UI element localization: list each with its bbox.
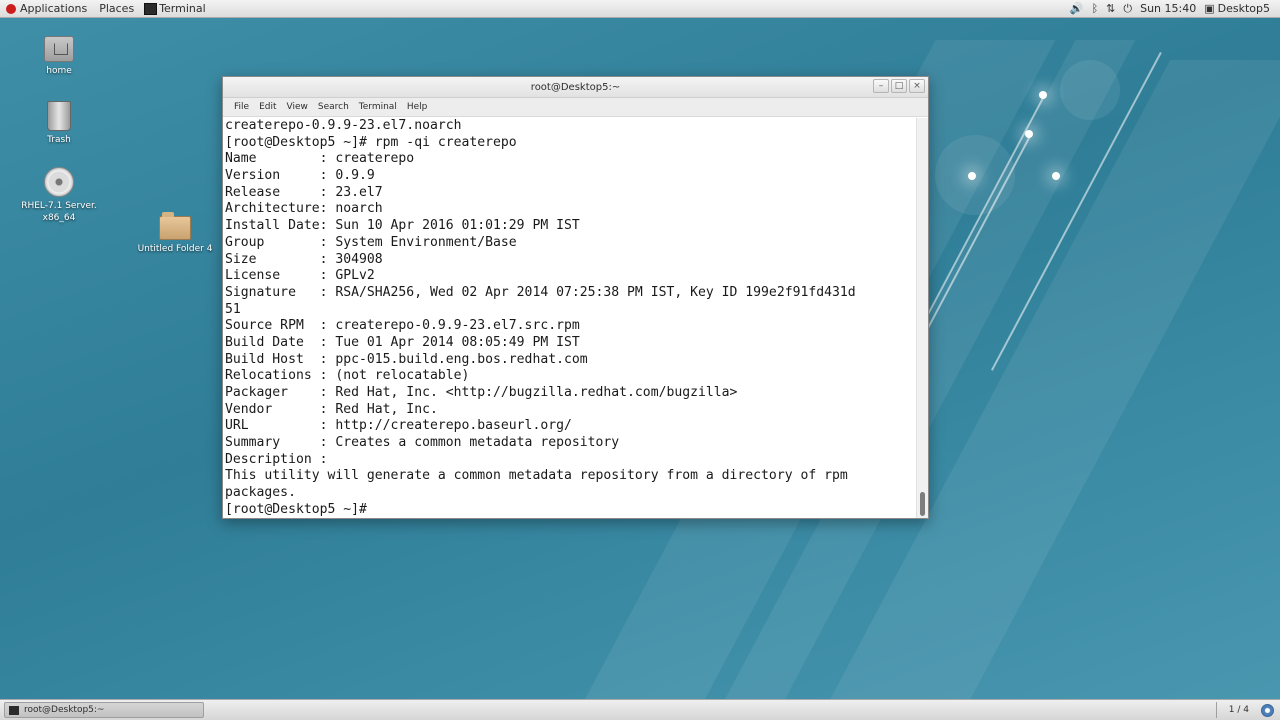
terminal-icon bbox=[144, 2, 158, 15]
desktop-icon-label: Untitled Folder 4 bbox=[137, 244, 213, 254]
terminal-line: Packager : Red Hat, Inc. <http://bugzill… bbox=[225, 385, 738, 400]
terminal-prompt-line[interactable]: [root@Desktop5 ~]# bbox=[225, 502, 917, 518]
terminal-line: [root@Desktop5 ~]# rpm -qi createrepo bbox=[225, 134, 517, 150]
terminal-line: packages. bbox=[225, 485, 296, 501]
network-icon[interactable]: ⇅ bbox=[1106, 2, 1115, 15]
maximize-icon: □ bbox=[894, 80, 904, 91]
bottom-panel: root@Desktop5:~ 1 / 4 bbox=[0, 699, 1280, 720]
folder-icon bbox=[159, 212, 191, 240]
terminal-line: Summary : Creates a common metadata repo… bbox=[225, 435, 620, 451]
maximize-button[interactable]: □ bbox=[891, 79, 907, 93]
terminal-line: Relocations : (not relocatable) bbox=[225, 368, 470, 384]
close-icon: × bbox=[913, 80, 921, 91]
power-icon[interactable]: ⏻ bbox=[1123, 2, 1132, 16]
applications-label: Applications bbox=[20, 2, 88, 15]
places-label: Places bbox=[99, 2, 135, 15]
terminal-line: createrepo-0.9.9-23.el7.noarch bbox=[225, 118, 462, 133]
user-menu[interactable]: ▣ Desktop5 bbox=[1204, 2, 1270, 15]
terminal-app-label: Terminal bbox=[159, 2, 206, 15]
terminal-line: Architecture: noarch bbox=[225, 201, 383, 217]
terminal-scrollbar[interactable] bbox=[916, 118, 928, 518]
menu-view[interactable]: View bbox=[282, 102, 313, 112]
desktop-icon-rhel-dvd[interactable]: RHEL-7.1 Server. x86_64 bbox=[14, 167, 104, 224]
terminal-window[interactable]: root@Desktop5:~ – □ × File Edit View Sea… bbox=[222, 76, 929, 519]
desktop-icon-home[interactable]: home bbox=[14, 36, 104, 77]
menu-edit[interactable]: Edit bbox=[254, 102, 281, 112]
window-titlebar[interactable]: root@Desktop5:~ – □ × bbox=[223, 77, 928, 98]
desktop-icon-label: RHEL-7.1 Server. x86_64 bbox=[21, 201, 97, 223]
desktop-icon-untitled-folder[interactable]: Untitled Folder 4 bbox=[130, 212, 220, 255]
terminal-line: Signature : RSA/SHA256, Wed 02 Apr 2014 … bbox=[225, 284, 856, 300]
desktop-icon-label: home bbox=[46, 66, 72, 76]
terminal-line: Vendor : Red Hat, Inc. bbox=[225, 401, 438, 417]
top-panel: Applications Places Terminal 🔊 ᛒ ⇅ ⏻ Sun… bbox=[0, 0, 1280, 18]
close-button[interactable]: × bbox=[909, 79, 925, 93]
terminal-line: This utility will generate a common meta… bbox=[225, 468, 848, 484]
terminal-line: Release : 23.el7 bbox=[225, 184, 383, 200]
desktop-icon-label: Trash bbox=[47, 135, 71, 145]
trash-icon bbox=[47, 101, 71, 131]
minimize-button[interactable]: – bbox=[873, 79, 889, 93]
desktop-icon-trash[interactable]: Trash bbox=[14, 101, 104, 146]
terminal-line: Build Host : ppc-015.build.eng.bos.redha… bbox=[225, 351, 588, 367]
notification-icon[interactable] bbox=[1261, 703, 1274, 717]
clock[interactable]: Sun 15:40 bbox=[1140, 2, 1196, 15]
scrollbar-thumb[interactable] bbox=[920, 492, 925, 516]
panel-separator bbox=[1215, 702, 1217, 718]
taskbar-terminal-label: root@Desktop5:~ bbox=[24, 705, 105, 715]
terminal-line: Group : System Environment/Base bbox=[225, 234, 517, 250]
workspace-indicator[interactable]: 1 / 4 bbox=[1229, 705, 1249, 715]
terminal-menubar: File Edit View Search Terminal Help bbox=[223, 98, 928, 117]
menu-help[interactable]: Help bbox=[402, 102, 433, 112]
terminal-line: URL : http://createrepo.baseurl.org/ bbox=[225, 418, 572, 434]
user-label: Desktop5 bbox=[1217, 2, 1270, 15]
taskbar-terminal-button[interactable]: root@Desktop5:~ bbox=[4, 702, 204, 718]
terminal-icon bbox=[9, 705, 19, 715]
terminal-line: Build Date : Tue 01 Apr 2014 08:05:49 PM… bbox=[225, 334, 580, 350]
applications-menu[interactable]: Applications bbox=[0, 0, 93, 18]
terminal-line: 51 bbox=[225, 301, 241, 317]
window-title: root@Desktop5:~ bbox=[530, 81, 621, 93]
redhat-logo-icon bbox=[6, 3, 16, 14]
terminal-app-menu[interactable]: Terminal bbox=[140, 2, 210, 15]
terminal-line: Size : 304908 bbox=[225, 251, 383, 267]
places-menu[interactable]: Places bbox=[93, 0, 140, 18]
terminal-line: Description : bbox=[225, 451, 328, 467]
minimize-icon: – bbox=[878, 80, 884, 91]
menu-terminal[interactable]: Terminal bbox=[354, 102, 402, 112]
home-folder-icon bbox=[44, 36, 74, 62]
menu-search[interactable]: Search bbox=[313, 102, 354, 112]
bluetooth-icon[interactable]: ᛒ bbox=[1092, 2, 1099, 15]
dvd-icon bbox=[44, 167, 74, 197]
volume-icon[interactable]: 🔊 bbox=[1070, 2, 1084, 15]
terminal-line: Source RPM : createrepo-0.9.9-23.el7.src… bbox=[225, 318, 580, 334]
terminal-line: Name : createrepo bbox=[225, 151, 415, 167]
terminal-line: License : GPLv2 bbox=[225, 268, 375, 284]
menu-file[interactable]: File bbox=[229, 102, 254, 112]
terminal-output[interactable]: createrepo-0.9.9-23.el7.noarch [root@Des… bbox=[223, 118, 917, 518]
terminal-line: Install Date: Sun 10 Apr 2016 01:01:29 P… bbox=[225, 218, 580, 234]
user-icon: ▣ bbox=[1204, 2, 1215, 15]
terminal-line: Version : 0.9.9 bbox=[225, 168, 375, 184]
